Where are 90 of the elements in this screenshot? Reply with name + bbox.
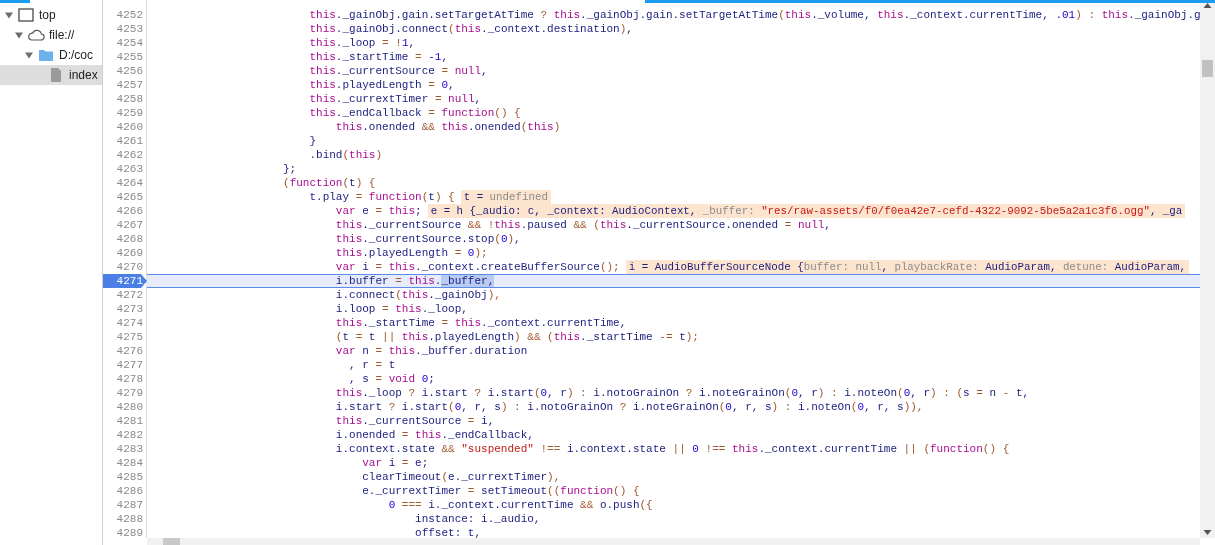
line-number[interactable]: 4274 <box>103 316 147 330</box>
code-line: (t = t || this.playedLength) && (this._startTime -= t); <box>334 330 699 344</box>
line-number[interactable]: 4275 <box>103 330 147 344</box>
code-line: }; <box>282 162 297 176</box>
scroll-thumb[interactable] <box>163 538 180 545</box>
line-number[interactable]: 4273 <box>103 302 147 316</box>
code-line: } <box>308 134 317 148</box>
horizontal-scrollbar[interactable] <box>147 538 1200 545</box>
code-line: var i = this._context.createBufferSource(); <box>334 260 620 274</box>
code-line: this._currextTimer = null, <box>308 92 482 106</box>
line-number[interactable]: 4286 <box>103 484 147 498</box>
code-line: .bind(this) <box>308 148 383 162</box>
line-number[interactable]: 4255 <box>103 50 147 64</box>
line-number[interactable]: 4289 <box>103 526 147 538</box>
code-line: e._currextTimer = setTimeout((function() { <box>361 484 640 498</box>
code-line: i.onended = this._endCallback, <box>334 428 534 442</box>
line-number[interactable]: 4288 <box>103 512 147 526</box>
line-number[interactable]: 4257 <box>103 78 147 92</box>
line-number[interactable]: 4285 <box>103 470 147 484</box>
line-number[interactable]: 4287 <box>103 498 147 512</box>
inline-value: t = undefined <box>460 190 551 204</box>
code-line: var n = this._buffer.duration <box>334 344 528 358</box>
line-number[interactable]: 4277 <box>103 358 147 372</box>
code-line: this._currentSource = i, <box>334 414 495 428</box>
line-number[interactable]: 4260 <box>103 120 147 134</box>
code-line: this._gainObj.gain.setTargetAtTime ? this._gainObj.gain.setTargetAtTime(this._volume, this._context.currentTime, .01) : this._gainObj.g <box>308 8 1200 22</box>
line-number[interactable]: 4261 <box>103 134 147 148</box>
code-line: clearTimeout(e._currextTimer), <box>361 470 561 484</box>
code-line: this._loop ? i.start ? i.start(0, r) : i.notoGrainOn ? i.noteGrainOn(0, r) : i.noteOn(0, r) : (s = n - t, <box>334 386 1030 400</box>
line-number[interactable]: 4262 <box>103 148 147 162</box>
tree-item[interactable]: top <box>0 5 102 25</box>
line-number[interactable]: 4272 <box>103 288 147 302</box>
line-number[interactable]: 4254 <box>103 36 147 50</box>
line-number[interactable]: 4283 <box>103 442 147 456</box>
code-line: this._loop = !1, <box>308 36 416 50</box>
code-line: 0 === i._context.currentTime && o.push({ <box>387 498 653 512</box>
code-line: instance: i._audio, <box>414 512 541 526</box>
code-line: this._endCallback = function() { <box>308 106 521 120</box>
code-line: i.context.state && "suspended" !== i.context.state || 0 !== this._context.currentTime || (function() { <box>334 442 1010 456</box>
code-line: this._currentSource.stop(0), <box>334 232 521 246</box>
line-number[interactable]: 4270 <box>103 260 147 274</box>
tree-item[interactable]: D:/coc <box>0 45 102 65</box>
code-line: i.connect(this._gainObj), <box>334 288 501 302</box>
code-line: this._currentSource = null, <box>308 64 488 78</box>
line-number[interactable]: 4266 <box>103 204 147 218</box>
line-number[interactable]: 4253 <box>103 22 147 36</box>
code-line: , r = t <box>348 358 396 372</box>
code-line: var e = this; <box>334 204 422 218</box>
code-line: var i = e; <box>361 456 429 470</box>
frame-icon <box>17 7 35 23</box>
line-number[interactable]: 4282 <box>103 428 147 442</box>
tab-indicator <box>0 0 30 3</box>
line-number[interactable]: 4265 <box>103 190 147 204</box>
code-line: , s = void 0; <box>348 372 435 386</box>
folder-icon <box>37 47 55 63</box>
code-line: this._gainObj.connect(this._context.destination), <box>308 22 633 36</box>
cloud-icon <box>27 27 45 43</box>
code-line: i.start ? i.start(0, r, s) : i.notoGrainOn ? i.noteGrainOn(0, r, s) : i.noteOn(0, r, s)), <box>334 400 924 414</box>
line-number[interactable]: 4256 <box>103 64 147 78</box>
code-line: this.playedLength = 0); <box>334 246 488 260</box>
code-line: t.play = function(t) { <box>308 190 455 204</box>
line-number[interactable]: 4263 <box>103 162 147 176</box>
code-line: i.loop = this._loop, <box>334 302 468 316</box>
inline-value: e = h {_audio: c, _context: AudioContext, _buffer: "res/raw-assets/f0/f0ea42e7-cefd-4322-9092-5be5a2a1c3f6.ogg", _ga <box>427 204 1186 218</box>
code-line: offset: t, <box>414 526 482 538</box>
vertical-scrollbar[interactable] <box>1200 0 1215 538</box>
line-number[interactable]: 4276 <box>103 344 147 358</box>
line-number[interactable]: 4279 <box>103 386 147 400</box>
code-line: (function(t) { <box>282 176 376 190</box>
execution-line-number[interactable]: 4271 <box>103 274 147 288</box>
code-line: this.onended && this.onended(this) <box>334 120 561 134</box>
tree-item[interactable]: index <box>0 65 102 85</box>
code-line: this._startTime = -1, <box>308 50 449 64</box>
code-line: this._currentSource && !this.paused && (this._currentSource.onended = null, <box>334 218 831 232</box>
line-number[interactable]: 4280 <box>103 400 147 414</box>
line-number[interactable]: 4281 <box>103 414 147 428</box>
line-number[interactable]: 4259 <box>103 106 147 120</box>
line-number[interactable]: 4278 <box>103 372 147 386</box>
line-number[interactable]: 4268 <box>103 232 147 246</box>
tree-item[interactable]: file:// <box>0 25 102 45</box>
scroll-thumb[interactable] <box>1202 60 1213 77</box>
inline-value: i = AudioBufferSourceNode {buffer: null, playbackRate: AudioParam, detune: AudioParam, <box>625 260 1189 274</box>
code-line: this.playedLength = 0, <box>308 78 455 92</box>
line-number[interactable]: 4252 <box>103 8 147 22</box>
line-number[interactable]: 4264 <box>103 176 147 190</box>
code-line: this._startTime = this._context.currentTime, <box>334 316 627 330</box>
line-number[interactable]: 4269 <box>103 246 147 260</box>
line-number[interactable]: 4267 <box>103 218 147 232</box>
line-number[interactable]: 4258 <box>103 92 147 106</box>
line-number[interactable]: 4284 <box>103 456 147 470</box>
